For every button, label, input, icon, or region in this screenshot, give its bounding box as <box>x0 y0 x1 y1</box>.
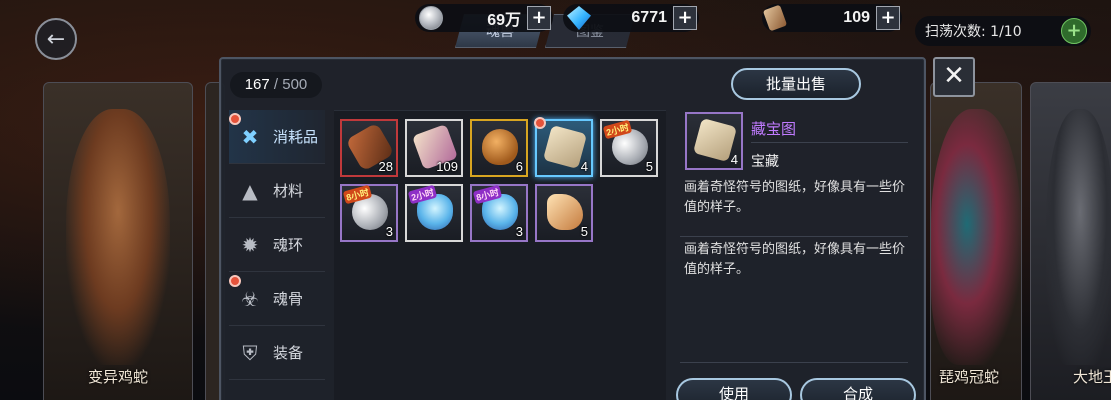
beast-card-right[interactable]: 琵鸡冠蛇 <box>930 82 1022 400</box>
silver-resource: 69万 + <box>415 4 553 32</box>
beast-card-far-right[interactable]: 大地王 <box>1030 82 1111 400</box>
item-quantity: 5 <box>645 159 653 174</box>
horn-icon <box>547 194 583 230</box>
egg-icon <box>482 129 518 165</box>
beast-illustration <box>66 109 170 366</box>
item-quantity: 3 <box>515 224 523 239</box>
category-materials[interactable]: ▲ 材料 <box>229 164 325 218</box>
divider <box>680 236 908 237</box>
beast-card-name: 大地王 <box>1073 368 1111 386</box>
item-grid: 28 109 6 4 2小时 5 8小时 3 2小时 8小时 3 5 <box>340 117 658 242</box>
category-label: 消耗品 <box>273 128 319 146</box>
silver-coin-icon <box>419 6 443 30</box>
detail-item-slot: 4 <box>685 112 743 170</box>
item-slot[interactable]: 6 <box>470 119 528 177</box>
red-dot-badge <box>534 117 546 129</box>
use-button[interactable]: 使用 <box>676 378 792 400</box>
sweep-count-label: 扫荡次数: 1/10 <box>925 24 1022 40</box>
gem-resource: 6771 + <box>563 4 699 32</box>
divider <box>751 142 908 143</box>
category-label: 魂骨 <box>273 290 304 308</box>
soul-bone-icon: ☣ <box>241 286 259 311</box>
category-consumables[interactable]: ✖ 消耗品 <box>229 110 325 164</box>
capacity-used: 167 <box>244 76 270 93</box>
detail-item-quantity: 4 <box>730 152 738 167</box>
scroll-amount: 109 <box>843 9 870 26</box>
red-dot-badge <box>229 113 241 125</box>
item-slot-selected[interactable]: 4 <box>534 117 593 177</box>
soul-ring-icon: ✹ <box>241 232 259 257</box>
equipment-icon: ⛨ <box>242 340 258 365</box>
item-effect-description: 画着奇怪符号的图纸，好像具有一些价值的样子。 <box>684 242 906 277</box>
category-label: 魂环 <box>273 236 304 254</box>
item-grid-area: 28 109 6 4 2小时 5 8小时 3 2小时 8小时 3 5 <box>334 110 666 400</box>
gem-amount: 6771 <box>631 9 667 26</box>
item-slot[interactable]: 8小时 3 <box>470 184 528 242</box>
bag-capacity: 167 / 500 <box>230 72 322 98</box>
add-gems-button[interactable]: + <box>673 6 697 30</box>
category-soul-bones[interactable]: ☣ 魂骨 <box>229 272 325 326</box>
item-quantity: 28 <box>378 159 393 174</box>
beast-card-name: 变异鸡蛇 <box>87 368 148 386</box>
item-slot[interactable]: 28 <box>340 119 398 177</box>
add-silver-button[interactable]: + <box>527 6 551 30</box>
beast-illustration <box>1045 109 1111 366</box>
sweep-count-bar: 扫荡次数: 1/10 + <box>915 16 1091 46</box>
category-equipment[interactable]: ⛨ 装备 <box>229 326 325 380</box>
beast-illustration <box>931 109 1021 366</box>
capacity-max: 500 <box>282 76 308 93</box>
category-label: 装备 <box>273 344 304 362</box>
category-list: ✖ 消耗品 ▲ 材料 ✹ 魂环 ☣ 魂骨 ⛨ 装备 <box>229 110 325 380</box>
item-quantity: 5 <box>580 224 588 239</box>
item-slot[interactable]: 109 <box>405 119 463 177</box>
close-button[interactable]: ✕ <box>933 57 975 97</box>
combine-button[interactable]: 合成 <box>800 378 916 400</box>
red-dot-badge <box>229 275 241 287</box>
scroll-resource: 109 + <box>762 4 902 32</box>
item-slot[interactable]: 8小时 3 <box>340 184 398 242</box>
arrow-left-icon: ← <box>46 26 66 52</box>
category-label: 材料 <box>273 182 304 200</box>
add-sweep-button[interactable]: + <box>1061 18 1087 44</box>
item-quantity: 109 <box>436 159 458 174</box>
category-soul-rings[interactable]: ✹ 魂环 <box>229 218 325 272</box>
diamond-icon <box>567 6 591 30</box>
item-quantity: 6 <box>515 159 523 174</box>
silver-amount: 69万 <box>487 12 521 29</box>
anvil-icon: ▲ <box>242 178 258 203</box>
item-quantity: 3 <box>385 224 393 239</box>
item-slot[interactable]: 2小时 <box>405 184 463 242</box>
item-quantity: 4 <box>580 159 588 174</box>
item-name: 藏宝图 <box>751 120 797 138</box>
add-scroll-button[interactable]: + <box>876 6 900 30</box>
capacity-separator: / <box>269 76 283 93</box>
item-description: 画着奇怪符号的图纸，好像具有一些价值的样子。 <box>684 180 906 215</box>
item-slot[interactable]: 2小时 5 <box>600 119 658 177</box>
divider <box>680 362 908 363</box>
item-type: 宝藏 <box>751 154 779 170</box>
item-slot[interactable]: 5 <box>535 184 593 242</box>
beast-card-name: 琵鸡冠蛇 <box>939 368 1000 386</box>
bulk-sell-button[interactable]: 批量出售 <box>731 68 861 100</box>
beast-card-left[interactable]: 变异鸡蛇 <box>43 82 193 400</box>
tools-icon: ✖ <box>241 124 259 149</box>
back-button[interactable]: ← <box>35 18 77 60</box>
item-detail-pane: 4 藏宝图 宝藏 画着奇怪符号的图纸，好像具有一些价值的样子。 画着奇怪符号的图… <box>678 110 910 400</box>
